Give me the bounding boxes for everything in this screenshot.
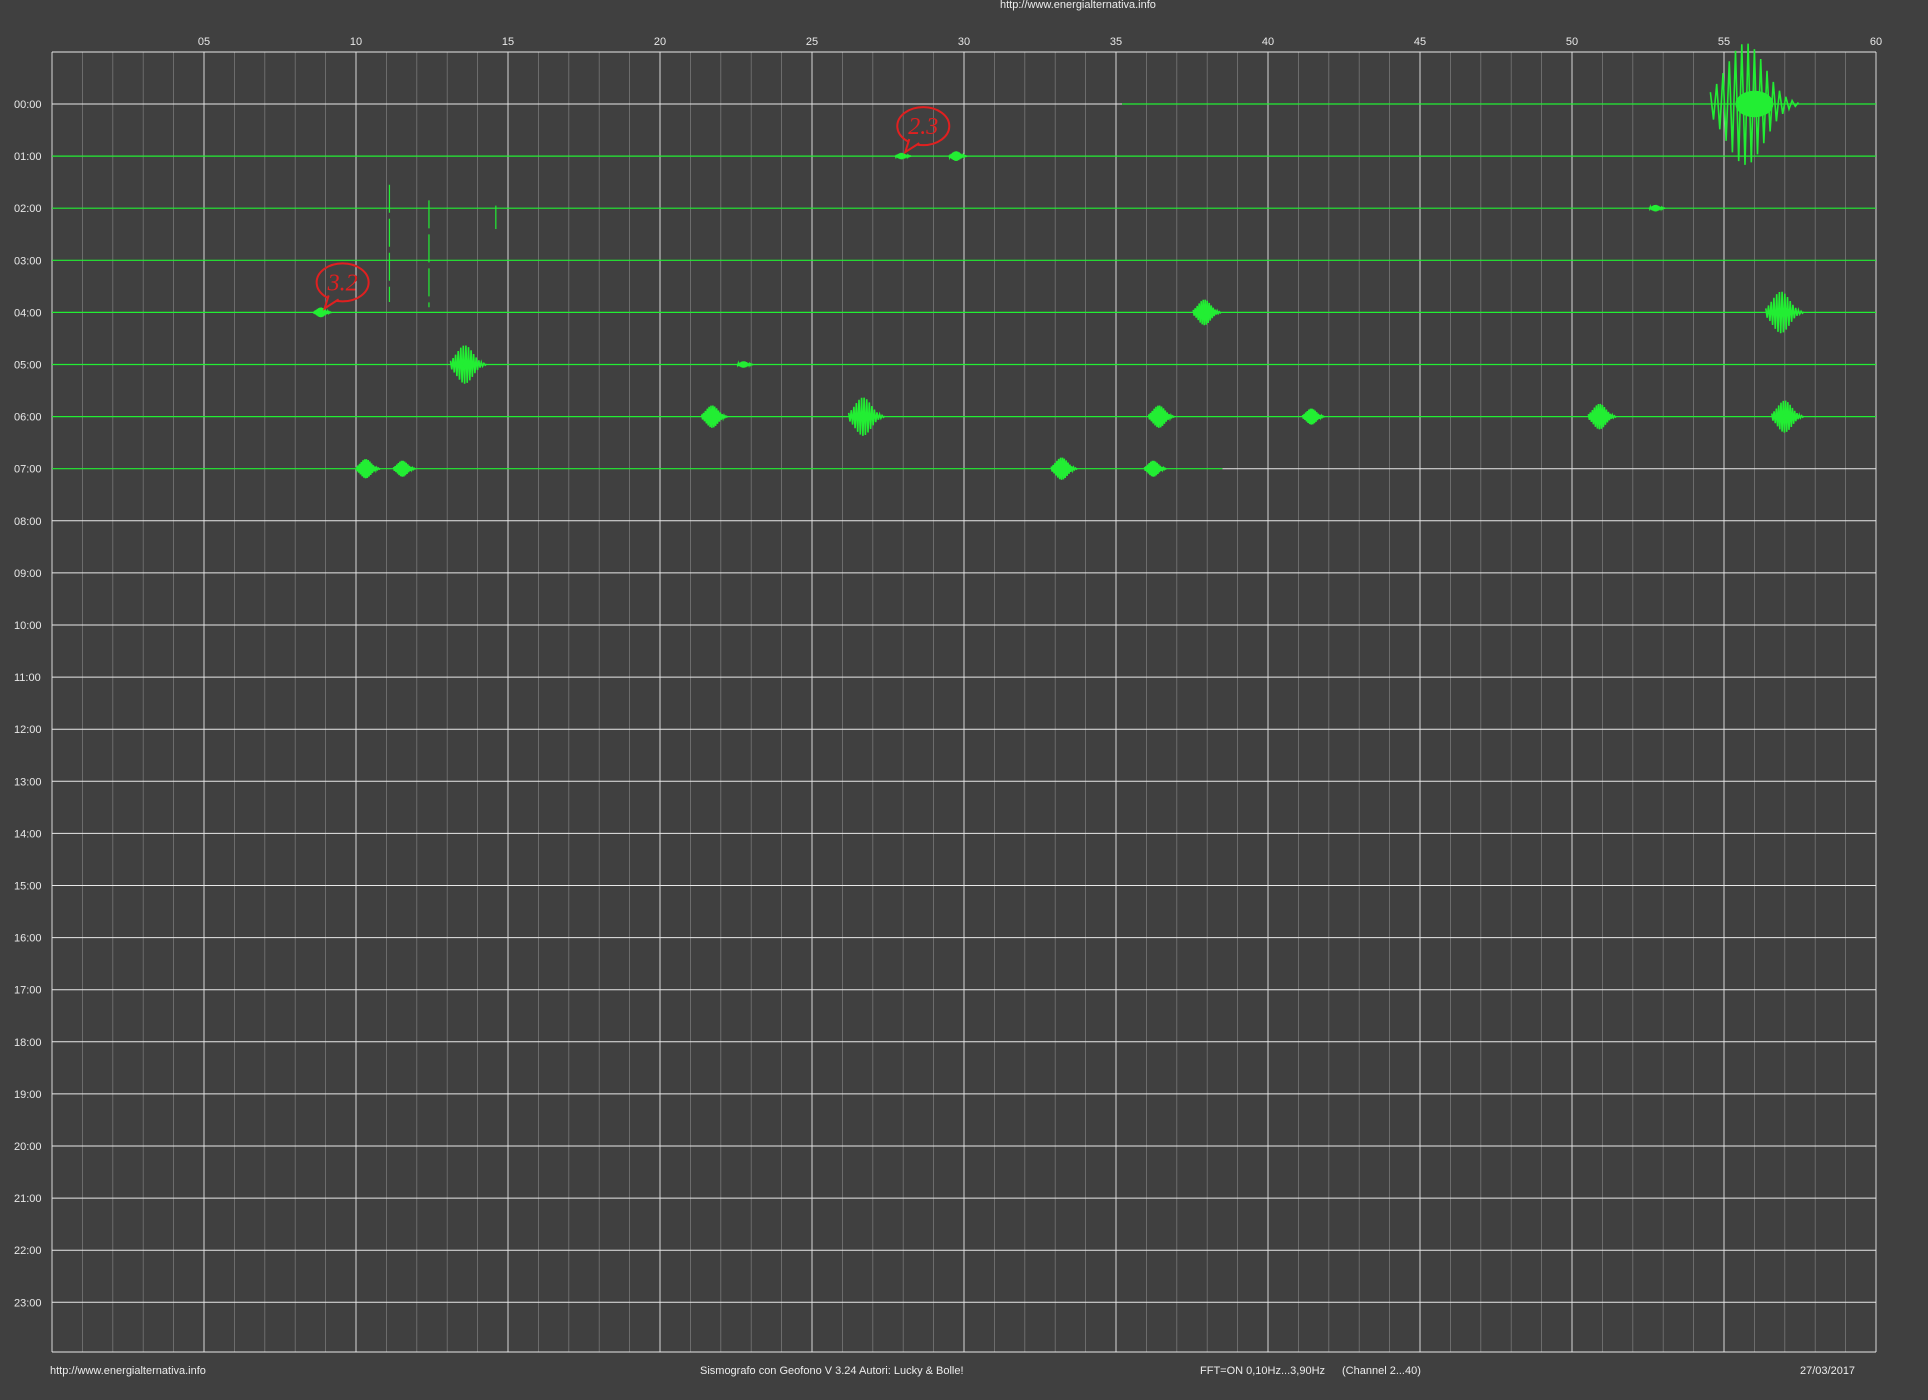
seismic-event-core-0700-3 [1152, 466, 1159, 471]
y-hour-label-0600: 06:00 [14, 412, 42, 424]
seismic-event-core-0600-2 [1158, 414, 1166, 420]
seismic-event-core-0200-0 [1654, 206, 1661, 210]
seismic-event-core-0700-2 [1060, 466, 1068, 472]
x-tick-label-10: 10 [350, 36, 362, 48]
y-hour-label-1600: 16:00 [14, 933, 42, 945]
y-hour-label-2000: 20:00 [14, 1141, 42, 1153]
seismic-event-core-0600-3 [1310, 414, 1317, 419]
y-hour-label-1500: 15:00 [14, 881, 42, 893]
seismic-event-core-0000-0 [1735, 90, 1774, 118]
seismic-event-core-0700-1 [401, 466, 408, 471]
seismic-event-core-0600-4 [1598, 413, 1607, 420]
x-tick-label-50: 50 [1566, 36, 1578, 48]
seismic-event-core-0600-5 [1782, 413, 1793, 421]
seismic-event-core-0600-0 [711, 414, 719, 420]
x-tick-label-05: 05 [198, 36, 210, 48]
y-hour-label-0900: 09:00 [14, 568, 42, 580]
annotation-label-1: 3.2 [327, 270, 358, 296]
footer-software: Sismografo con Geofono V 3.24 Autori: Lu… [700, 1365, 964, 1377]
y-hour-label-0700: 07:00 [14, 464, 42, 476]
seismic-event-core-0500-1 [742, 363, 749, 366]
footer-fft: FFT=ON 0,10Hz...3,90Hz [1200, 1365, 1326, 1377]
annotation-bubble-0: 2.3 [896, 106, 951, 155]
y-hour-label-0300: 03:00 [14, 255, 42, 267]
x-tick-label-40: 40 [1262, 36, 1274, 48]
y-hour-label-1900: 19:00 [14, 1089, 42, 1101]
y-hour-label-1400: 14:00 [14, 828, 42, 840]
y-hour-label-0100: 01:00 [14, 151, 42, 163]
footer-channel: (Channel 2...40) [1342, 1365, 1421, 1377]
x-tick-label-60: 60 [1870, 36, 1882, 48]
y-hour-label-0800: 08:00 [14, 516, 42, 528]
seismic-event-core-0500-0 [462, 360, 475, 369]
y-hour-label-1200: 12:00 [14, 724, 42, 736]
x-tick-label-45: 45 [1414, 36, 1426, 48]
x-tick-label-55: 55 [1718, 36, 1730, 48]
x-tick-label-25: 25 [806, 36, 818, 48]
y-axis-hour-labels: 00:00 01:00 02:00 03:00 04:00 05:00 06:00 07:00… [14, 99, 42, 1309]
annotation-bubble-1: 3.2 [315, 262, 370, 311]
y-hour-label-2100: 21:00 [14, 1193, 42, 1205]
y-hour-label-0200: 02:00 [14, 203, 42, 215]
y-hour-label-1100: 11:00 [14, 672, 41, 684]
seismic-event-core-0400-2 [1778, 307, 1792, 317]
seismograph-chart: 05 10 15 20 25 30 35 40 45 50 55 60 00:00 01:00 02:00… [14, 36, 1882, 1353]
y-hour-label-1000: 10:00 [14, 620, 42, 632]
y-hour-label-0500: 05:00 [14, 360, 42, 372]
x-axis-tick-labels: 05 10 15 20 25 30 35 40 45 50 55 60 [198, 36, 1882, 48]
y-hour-label-2200: 22:00 [14, 1245, 42, 1257]
x-tick-label-15: 15 [502, 36, 514, 48]
footer-url: http://www.energialternativa.info [50, 1365, 206, 1377]
seismic-event-core-0700-0 [365, 466, 372, 471]
seismic-event-core-0400-1 [1203, 309, 1212, 316]
y-hour-label-1800: 18:00 [14, 1037, 42, 1049]
x-tick-label-20: 20 [654, 36, 666, 48]
seismic-event-core-0100-0 [900, 154, 907, 158]
seismic-event-core-0600-1 [860, 412, 873, 421]
y-hour-label-1700: 17:00 [14, 985, 42, 997]
y-hour-label-1300: 13:00 [14, 776, 42, 788]
x-tick-label-30: 30 [958, 36, 970, 48]
seismic-event-core-0100-1 [954, 154, 961, 158]
y-hour-label-0400: 04:00 [14, 307, 42, 319]
seismic-event-core-0400-0 [319, 310, 326, 314]
y-hour-label-2300: 23:00 [14, 1297, 42, 1309]
y-hour-label-0000: 00:00 [14, 99, 42, 111]
x-tick-label-35: 35 [1110, 36, 1122, 48]
footer-date: 27/03/2017 [1800, 1365, 1856, 1377]
annotation-label-0: 2.3 [908, 114, 938, 140]
